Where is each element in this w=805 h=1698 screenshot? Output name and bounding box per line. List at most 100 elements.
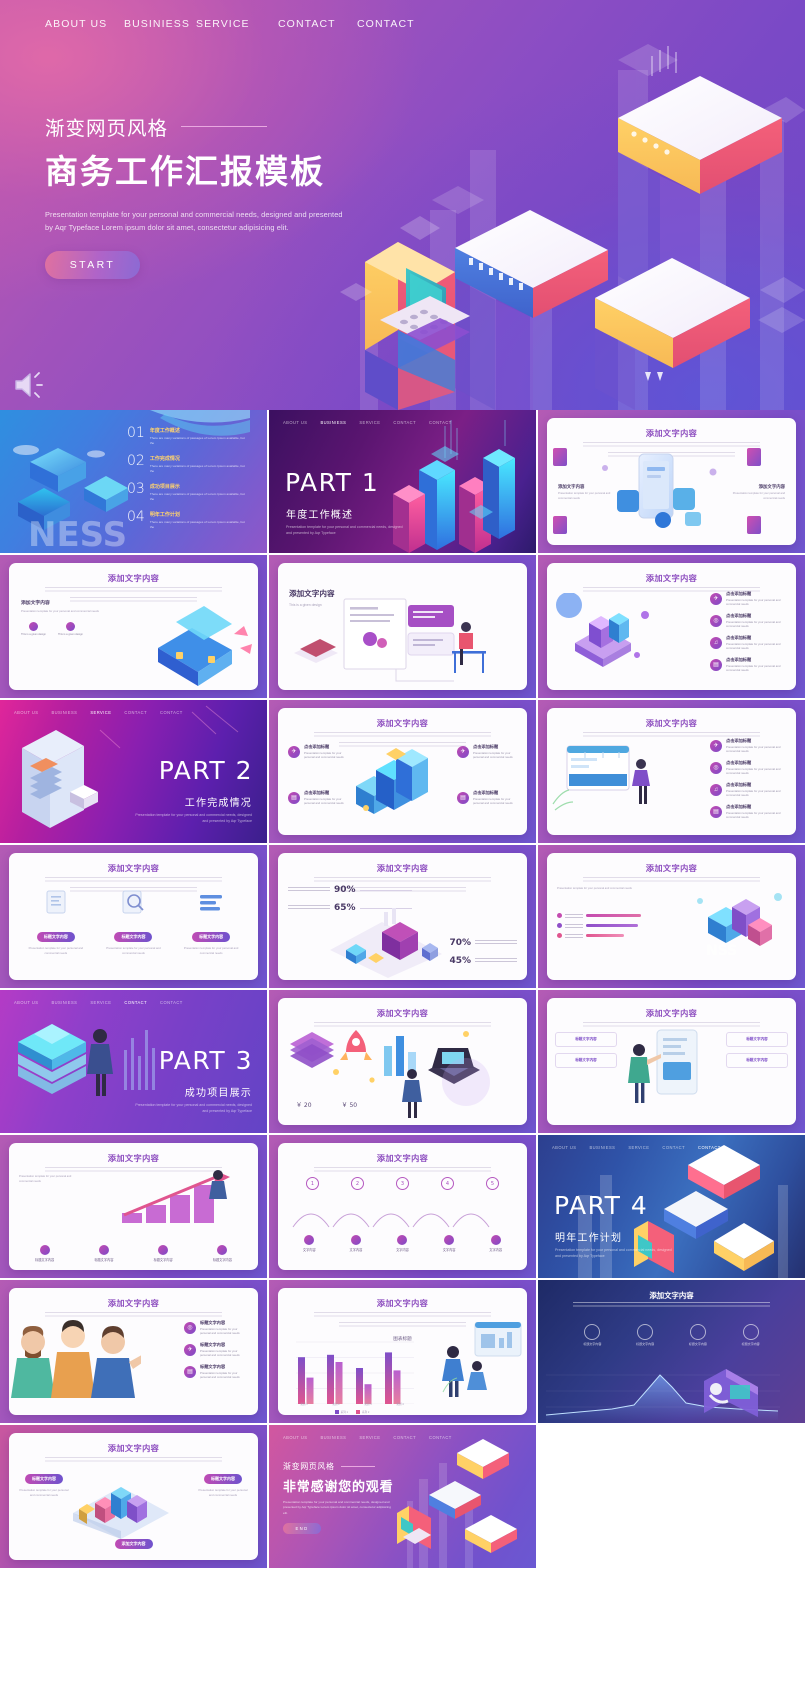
hero-rule	[181, 125, 268, 128]
nav-item-service[interactable]: SERVICE	[196, 18, 278, 30]
hero-title: 商务工作汇报模板	[45, 152, 325, 191]
slide-thumbnail[interactable]: ABOUT US BUSINIESS SERVICE CONTACT CONTA…	[0, 990, 267, 1133]
slide-thumbnail-grid: NESS 01 年度工作概述 There are many variations…	[0, 410, 805, 1698]
progress-row	[557, 913, 641, 918]
slide-thumbnail[interactable]: 添加文字内容 标题文字内容 Presentation template for …	[0, 845, 267, 988]
end-button[interactable]: END	[283, 1523, 321, 1535]
nav-item-contact-1[interactable]: CONTACT	[124, 1000, 147, 1005]
nav-item-service[interactable]: SERVICE	[359, 420, 380, 425]
index-item[interactable]: 02 工作完成情况 There are many variations of p…	[127, 454, 255, 474]
step-circle[interactable]: 5	[486, 1177, 499, 1190]
metric-label: 标题文字内容	[688, 1342, 707, 1346]
step-circle[interactable]: 1	[306, 1177, 319, 1190]
ending-title: 非常感谢您的观看	[283, 1480, 394, 1495]
isometric-house-art	[158, 606, 252, 686]
plane-icon: ✈	[288, 745, 300, 758]
nav-item-about-us[interactable]: ABOUT US	[14, 710, 38, 715]
slide-nav: ABOUT US BUSINIESS SERVICE CONTACT CONTA…	[283, 420, 452, 425]
nav-item-contact-2[interactable]: CONTACT	[357, 18, 415, 30]
nav-item-service[interactable]: SERVICE	[90, 710, 111, 715]
subtitle-lines	[313, 1312, 492, 1319]
chart-legend: 系列 1 系列 2	[288, 1410, 416, 1414]
bullet-row: ▤ 标题文字内容 Presentation template for your p…	[184, 1364, 248, 1380]
slide-thumbnail[interactable]: 添加文字内容 ✈ 点击添加标题 Presentation template fo…	[538, 700, 805, 843]
nav-item-service[interactable]: SERVICE	[628, 1145, 649, 1150]
nav-item-business[interactable]: BUSINIESS	[51, 1000, 77, 1005]
nav-item-about-us[interactable]: ABOUT US	[45, 18, 124, 30]
bullet-title: 标题文字内容	[200, 1341, 226, 1347]
nav-item-contact-1[interactable]: CONTACT	[278, 18, 357, 30]
bullet-desc: Presentation template for your personal …	[304, 796, 344, 806]
nav-item-contact-1[interactable]: CONTACT	[124, 710, 147, 715]
chart-x-label: 类别 4	[396, 1403, 404, 1406]
slide-thumbnail[interactable]: 添加文字内容	[538, 410, 805, 553]
nav-item-about-us[interactable]: ABOUT US	[283, 420, 307, 425]
step-circle[interactable]: 3	[396, 1177, 409, 1190]
slide-thumbnail[interactable]: 添加文字内容 Presentation template for your pe…	[538, 845, 805, 988]
progress-label	[565, 923, 583, 928]
index-item[interactable]: 04 明年工作计划 There are many variations of p…	[127, 510, 255, 530]
nav-item-about-us[interactable]: ABOUT US	[14, 1000, 38, 1005]
metric-label: 标题文字内容	[583, 1342, 602, 1346]
nav-item-service[interactable]: SERVICE	[90, 1000, 111, 1005]
slide-thumbnail[interactable]: ABOUT US BUSINIESS SERVICE CONTACT CONTA…	[0, 700, 267, 843]
bullet-row: ▤ 点击添加标题 Presentation template for your p…	[457, 790, 517, 806]
stat-label	[475, 940, 517, 946]
slide-title: 添加文字内容	[107, 1298, 160, 1308]
area-line-chart	[545, 1369, 780, 1421]
slide-thumbnail[interactable]: 添加文字内容 添加文字内容 Presentation template for …	[0, 555, 267, 698]
subtitle-lines	[44, 587, 223, 594]
slide-thumbnail[interactable]: 添加文字内容 ✈ 点击添加标题 Presentation template for…	[269, 700, 536, 843]
slide-thumbnail[interactable]: 添加文字内容 标题文字内容 标题文字内容 标题文字内容 标题文字内容	[538, 990, 805, 1133]
bullet-row: ✈ 点击添加标题 Presentation template for your p…	[710, 738, 784, 754]
nav-item-business[interactable]: BUSINIESS	[124, 18, 196, 30]
slide-thumbnail[interactable]: ABOUT US BUSINIESS SERVICE CONTACT CONTA…	[269, 1425, 536, 1568]
tag-pill: 标题文字内容	[25, 1474, 63, 1484]
slide-thumbnail[interactable]: 添加文字内容 标题文字内容 标题文字内容 标题文字内容 标题文字内容	[538, 1280, 805, 1423]
nav-item-contact-1[interactable]: CONTACT	[393, 420, 416, 425]
slide-thumbnail[interactable]: NESS 01 年度工作概述 There are many variations…	[0, 410, 267, 553]
nav-item-contact-2[interactable]: CONTACT	[698, 1145, 721, 1150]
bars-icon	[200, 895, 223, 911]
part-label: PART 2	[158, 756, 253, 785]
bullet-dot	[557, 933, 562, 938]
feature-desc: Presentation template for your personal …	[558, 492, 611, 500]
slide-thumbnail[interactable]: 添加文字内容 This is a given design	[269, 555, 536, 698]
headphone-icon: ♫	[710, 636, 722, 649]
index-item[interactable]: 03 成功项目展示 There are many variations of p…	[127, 482, 255, 502]
index-number: 04	[127, 509, 145, 525]
speaker-icon[interactable]	[12, 370, 46, 400]
nav-item-contact-1[interactable]: CONTACT	[662, 1145, 685, 1150]
slide-thumbnail[interactable]: 添加文字内容 1 2 3 4 5 文字内容 文字内容 文字内容 文字内容 文字内…	[269, 1135, 536, 1278]
slide-thumbnail[interactable]: ABOUT US BUSINIESS SERVICE CONTACT CONTA…	[269, 410, 536, 553]
nav-item-about-us[interactable]: ABOUT US	[552, 1145, 576, 1150]
slide-thumbnail[interactable]: 添加文字内容 ✈ 点击添加标题 Presentation template fo…	[538, 555, 805, 698]
tag-title: 标题文字内容	[746, 1037, 768, 1041]
slide-thumbnail[interactable]: ABOUT US BUSINIESS SERVICE CONTACT CONTA…	[538, 1135, 805, 1278]
nav-item-contact-2[interactable]: CONTACT	[160, 710, 183, 715]
empty-cell	[538, 1425, 805, 1568]
chart-icon: ▤	[288, 791, 300, 804]
bullet-title: 点击添加标题	[726, 738, 752, 743]
nav-item-business[interactable]: BUSINIESS	[51, 710, 77, 715]
nav-item-business[interactable]: BUSINIESS	[589, 1145, 615, 1150]
nav-item-contact-2[interactable]: CONTACT	[429, 420, 452, 425]
start-button[interactable]: START	[45, 251, 140, 280]
slide-thumbnail[interactable]: 添加文字内容 图表标题 类别 1 类别 2 类别 3 类别 4 系列 1 系列 2	[269, 1280, 536, 1423]
progress-label	[565, 913, 583, 918]
plane-icon: ✈	[710, 739, 722, 752]
slide-thumbnail[interactable]: 添加文字内容 Presentation template for your pe…	[0, 1135, 267, 1278]
step-circle[interactable]: 4	[441, 1177, 454, 1190]
document-icon	[46, 890, 66, 914]
slide-thumbnail[interactable]: 添加文字内容 90% 65% 70% 45%	[269, 845, 536, 988]
progress-row	[557, 933, 641, 938]
nav-item-contact-2[interactable]: CONTACT	[160, 1000, 183, 1005]
nav-item-business[interactable]: BUSINIESS	[320, 420, 346, 425]
slide-thumbnail[interactable]: 添加文字内容	[0, 1280, 267, 1423]
index-item[interactable]: 01 年度工作概述 There are many variations of p…	[127, 426, 255, 446]
bullet-desc: Presentation template for your personal …	[726, 788, 781, 798]
slide-thumbnail[interactable]: 添加文字内容 标题文字内容 Presentation template for …	[0, 1425, 267, 1568]
slide-thumbnail[interactable]: 添加文字内容	[269, 990, 536, 1133]
tag-title: 标题文字内容	[575, 1037, 597, 1041]
step-circle[interactable]: 2	[351, 1177, 364, 1190]
